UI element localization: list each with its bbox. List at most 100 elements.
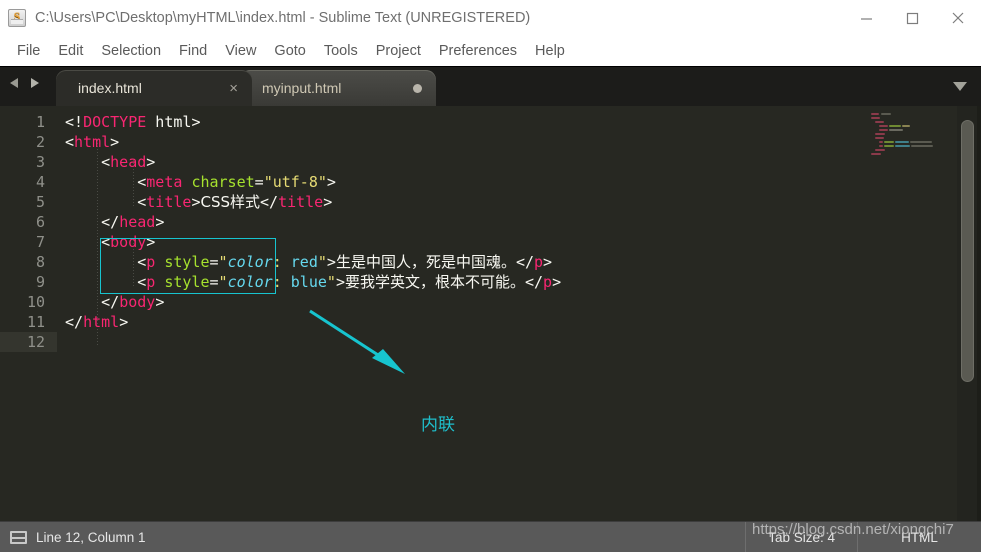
editor-vertical-scrollbar[interactable] [957,106,977,521]
token-tag: title [146,193,192,211]
token-text: CSS样式 [200,193,260,211]
menu-preferences[interactable]: Preferences [430,40,526,62]
token-tag: p [146,273,156,291]
token-quote: " [326,273,336,291]
token-tag: DOCTYPE [83,113,147,131]
tab-dirty-indicator-icon[interactable] [413,83,422,93]
gutter-row: 8 [0,252,57,272]
line-number: 6 [35,213,45,231]
token-punct: > [155,213,165,231]
scrollbar-thumb[interactable] [961,120,974,382]
token-attribute: style [164,253,210,271]
line-number: 5 [35,193,45,211]
line-number: 1 [35,113,45,131]
token-quote: " [218,273,228,291]
back-arrow-icon[interactable] [8,76,21,90]
code-line-9: <p style="color: blue">要我学英文，根本不可能。</p> [57,272,981,292]
menu-goto[interactable]: Goto [265,40,314,62]
line-number: 4 [35,173,45,191]
token-attribute: charset [191,173,255,191]
token-punct: < [65,133,75,151]
gutter-row: 5 [0,192,57,212]
token-tag: p [543,273,553,291]
tab-size-indicator[interactable]: Tab Size: 4 [745,522,857,552]
tab-index-html[interactable]: index.html × [56,70,252,106]
code-line-8: <p style="color: red">生是中国人，死是中国魂。</p> [57,252,981,272]
token-tag: html [74,133,111,151]
code-line-3: <head> [57,152,981,172]
tab-close-icon[interactable]: × [229,81,238,96]
gutter-row: 9 [0,272,57,292]
token-punct: < [101,233,111,251]
token-text: html [146,113,192,131]
token-punct: > [191,113,201,131]
menu-view[interactable]: View [216,40,265,62]
forward-arrow-icon[interactable] [28,76,41,90]
chevron-down-icon[interactable] [953,82,967,91]
token-punct: > [146,233,156,251]
line-number: 2 [35,133,45,151]
token-tag: body [110,233,147,251]
menu-find[interactable]: Find [170,40,216,62]
token-css-value: blue [290,273,327,291]
code-content[interactable]: <!DOCTYPE html> <html> <head> <meta char… [57,106,981,521]
menu-selection[interactable]: Selection [92,40,170,62]
gutter-row: 11 [0,312,57,332]
minimize-button[interactable] [843,0,889,36]
token-css-property: color [227,253,273,271]
token-punct: = [209,273,219,291]
token-tag: head [110,153,147,171]
status-bar-right: Tab Size: 4 HTML [745,522,981,552]
token-quote: " [317,253,327,271]
panel-layout-icon[interactable] [10,530,27,544]
line-number: 12 [26,333,45,351]
window-title: C:\Users\PC\Desktop\myHTML\index.html - … [35,10,531,26]
token-punct: </ [524,273,544,291]
token-punct: > [543,253,553,271]
token-punct: > [326,173,336,191]
tab-myinput-html[interactable]: myinput.html [240,70,436,106]
token-punct: < [137,253,147,271]
maximize-button[interactable] [889,0,935,36]
token-punct: : [272,253,291,271]
editor-right-edge [977,106,981,521]
token-punct: </ [65,313,84,331]
token-punct: </ [260,193,279,211]
gutter-row: 7 [0,232,57,252]
menu-edit[interactable]: Edit [49,40,92,62]
gutter-row-current: 12 [0,332,57,352]
token-punct: > [552,273,562,291]
line-number: 3 [35,153,45,171]
menu-project[interactable]: Project [367,40,430,62]
gutter-row: 10 [0,292,57,312]
line-number: 7 [35,233,45,251]
code-minimap[interactable] [861,106,953,521]
syntax-indicator[interactable]: HTML [857,522,981,552]
token-tag: meta [146,173,183,191]
menu-tools[interactable]: Tools [315,40,367,62]
tab-strip: myinput.html index.html × [56,70,436,106]
menu-help[interactable]: Help [526,40,574,62]
gutter-row: 1 [0,112,57,132]
line-number: 8 [35,253,45,271]
token-tag: body [119,293,156,311]
close-button[interactable] [935,0,981,36]
editor-area[interactable]: 1 2 3 4 5 6 7 8 9 10 11 12 <!DOCTYPE htm… [0,106,981,521]
sublime-text-icon [8,9,26,27]
token-punct: </ [101,213,120,231]
token-punct: </ [101,293,120,311]
token-text: 生是中国人，死是中国魂。 [335,253,516,271]
token-tag: title [278,193,324,211]
line-number: 9 [35,273,45,291]
tab-label: index.html [78,80,142,96]
cursor-position[interactable]: Line 12, Column 1 [36,530,146,545]
menu-file[interactable]: File [8,40,49,62]
token-quote: " [218,253,228,271]
window-controls [843,0,981,36]
code-line-5: <title>CSS样式</title> [57,192,981,212]
token-punct: > [323,193,333,211]
token-css-property: color [227,273,273,291]
token-attribute: style [164,273,210,291]
